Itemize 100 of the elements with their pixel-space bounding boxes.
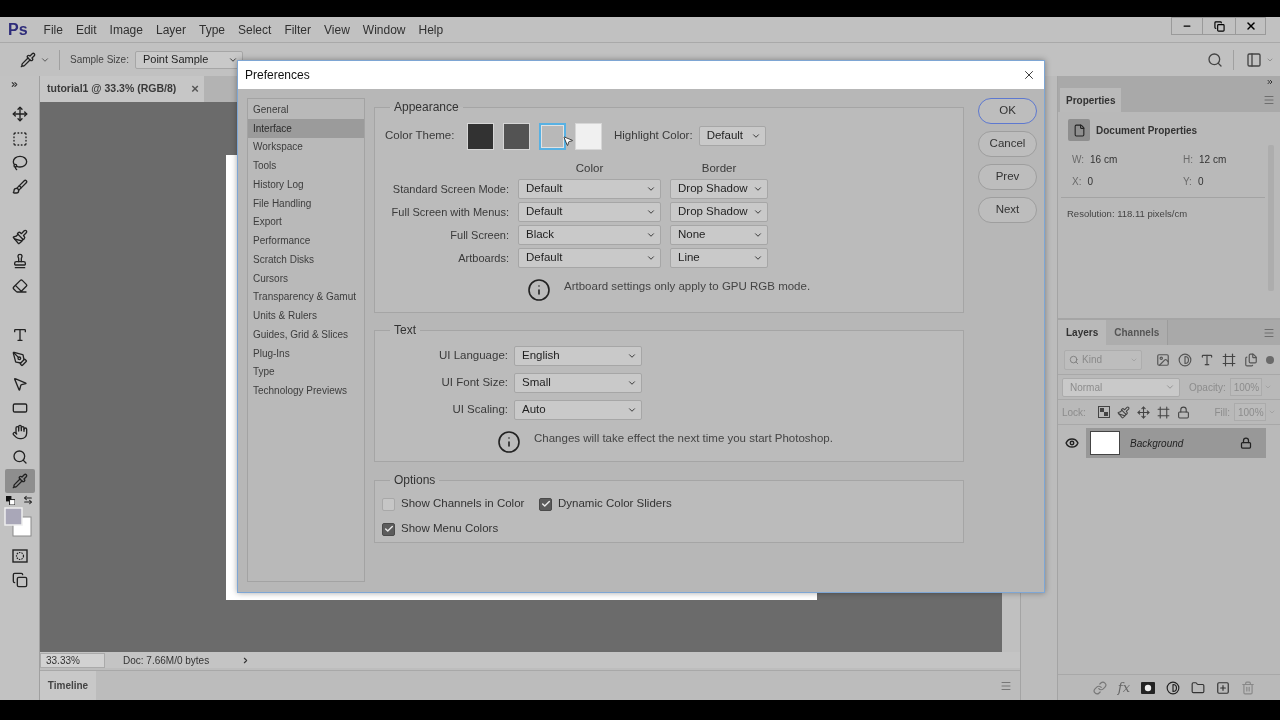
menu-item[interactable]: Layer (155, 20, 186, 39)
dropdown[interactable]: Black (518, 225, 661, 245)
dropdown[interactable]: Auto (514, 400, 642, 420)
nav-item[interactable]: Cursors (248, 268, 364, 288)
nav-item[interactable]: History Log (248, 175, 364, 194)
eye-icon[interactable] (1065, 436, 1079, 450)
half-circle-icon[interactable] (1166, 680, 1180, 695)
menu-item[interactable]: File (43, 20, 63, 39)
dropdown[interactable]: Point Sample (134, 50, 243, 69)
nav-item[interactable]: Transparency & Gamut (248, 287, 364, 307)
dropdown[interactable]: Drop Shadow (670, 202, 768, 222)
double-chevron-icon[interactable] (10, 80, 19, 89)
checkerboard-icon[interactable] (1097, 406, 1110, 418)
nav-item[interactable]: Plug-Ins (248, 343, 364, 363)
dropdown[interactable]: None (670, 225, 768, 245)
nav-item[interactable]: Interface (248, 118, 364, 138)
dropdown[interactable]: Line (670, 248, 768, 268)
field-label: Full Screen: (449, 227, 509, 243)
dropdown[interactable]: Default (518, 248, 661, 268)
nav-item[interactable]: Export (248, 212, 364, 232)
timeline-tab[interactable]: Timeline (40, 671, 96, 700)
folder-icon[interactable] (1191, 680, 1205, 695)
nav-item[interactable]: Technology Previews (248, 381, 364, 400)
chevron-right-icon[interactable] (241, 655, 250, 665)
field-value[interactable]: 0 (1197, 174, 1204, 189)
color-swatch-icon[interactable] (467, 122, 494, 150)
double-chevron-icon[interactable] (1266, 78, 1274, 86)
dialog-button[interactable]: Prev (978, 164, 1037, 190)
stamp-icon (11, 253, 28, 270)
dropdown[interactable]: Drop Shadow (670, 179, 768, 199)
search-icon[interactable] (1207, 51, 1223, 68)
square-plus-icon[interactable] (1216, 680, 1230, 695)
dropdown[interactable]: English (514, 346, 642, 366)
menu-item[interactable]: View (324, 20, 350, 39)
dialog-title: Preferences (245, 67, 310, 84)
menu-item[interactable]: Window (362, 20, 406, 39)
menu-item[interactable]: Image (109, 20, 143, 39)
frame-icon[interactable] (1156, 405, 1170, 419)
nav-item[interactable]: Units & Rulers (248, 306, 364, 325)
type-icon (11, 326, 28, 343)
color-swatch-icon[interactable] (539, 122, 566, 150)
image-icon[interactable] (1156, 352, 1170, 367)
swap-arrows-icon[interactable] (23, 495, 33, 506)
field-value[interactable]: 16 cm (1090, 152, 1118, 167)
lock-icon[interactable] (1176, 405, 1190, 419)
close-button[interactable] (1022, 68, 1036, 82)
checkbox[interactable] (382, 497, 395, 511)
nav-item[interactable]: File Handling (248, 193, 364, 213)
type-icon[interactable] (1200, 352, 1214, 367)
move-arrows-icon[interactable] (1136, 405, 1150, 419)
nav-item[interactable]: Tools (248, 156, 364, 175)
close-window-button[interactable] (1235, 17, 1266, 35)
eyedropper-icon[interactable] (20, 51, 36, 68)
default-colors-icon[interactable] (6, 495, 15, 505)
dropdown[interactable]: Default (518, 179, 661, 199)
menu-item[interactable]: Filter (284, 20, 312, 39)
dropdown[interactable]: Default (698, 126, 766, 146)
menu-item[interactable]: Help (418, 20, 444, 39)
circle-in-square-icon[interactable] (11, 549, 28, 564)
field-value[interactable]: 12 cm (1199, 152, 1227, 167)
menu-item[interactable]: Edit (75, 20, 97, 39)
restore-button[interactable] (1203, 17, 1235, 35)
color-swatch-icon[interactable] (575, 122, 602, 150)
tool-button[interactable] (4, 469, 35, 494)
layer-row[interactable]: Background (1086, 428, 1266, 458)
field-value[interactable]: 0 (1087, 174, 1093, 189)
files-icon[interactable] (1244, 352, 1258, 367)
menu-item[interactable]: Select (238, 20, 272, 39)
info-note: Changes will take effect the next time you start Photoshop. (534, 431, 833, 446)
panel-tab[interactable]: Layers (1058, 320, 1107, 345)
nav-item[interactable]: Workspace (248, 137, 364, 157)
info-icon (527, 278, 551, 302)
nav-item[interactable]: Type (248, 362, 364, 382)
overlapping-squares-icon[interactable] (11, 572, 28, 589)
field-label: UI Scaling: (451, 402, 508, 418)
color-swatch-icon[interactable] (503, 122, 530, 150)
document-tab[interactable]: tutorial1 @ 33.3% (RGB/8) (40, 76, 186, 102)
lock-icon[interactable] (1240, 437, 1252, 449)
checkbox[interactable] (539, 497, 552, 511)
panel-tab[interactable]: Properties (1060, 88, 1122, 112)
color-swatches-icon[interactable] (4, 507, 32, 538)
menu-item[interactable]: Type (199, 20, 225, 39)
square-circle-icon[interactable] (1141, 681, 1155, 694)
dialog-button[interactable]: Next (978, 197, 1037, 223)
half-circle-icon[interactable] (1178, 352, 1192, 367)
panel-layout-icon[interactable] (1246, 51, 1262, 68)
nav-item[interactable]: Guides, Grid & Slices (248, 325, 364, 344)
nav-item[interactable]: Performance (248, 231, 364, 250)
zoom-field[interactable]: 33.33% (40, 652, 105, 668)
frame-icon[interactable] (1222, 352, 1236, 367)
dropdown[interactable]: Default (518, 202, 661, 222)
dialog-button[interactable]: OK (978, 98, 1037, 124)
dropdown[interactable]: Small (514, 373, 642, 393)
nav-item[interactable]: Scratch Disks (248, 250, 364, 269)
paintbrush-icon[interactable] (1116, 405, 1130, 419)
nav-item[interactable]: General (248, 100, 364, 119)
dialog-button[interactable]: Cancel (978, 131, 1037, 157)
toggle-dot-icon[interactable] (1266, 355, 1274, 364)
checkbox[interactable] (382, 522, 395, 536)
tab-close-button[interactable]: × (186, 76, 204, 102)
